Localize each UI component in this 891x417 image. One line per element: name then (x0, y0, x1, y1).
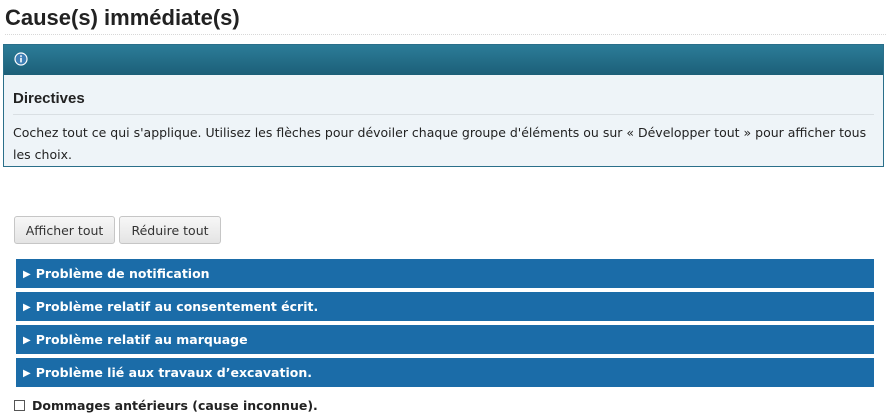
show-all-button[interactable]: Afficher tout (14, 216, 115, 244)
directives-panel: Directives Cochez tout ce qui s'applique… (3, 44, 884, 167)
group-notification-toggle[interactable]: ▶ Problème de notification (16, 259, 874, 288)
group-excavation-toggle[interactable]: ▶ Problème lié aux travaux d’excavation. (16, 358, 874, 387)
expand-arrow-icon: ▶ (23, 335, 31, 346)
directives-panel-body: Directives Cochez tout ce qui s'applique… (4, 75, 883, 166)
page: Cause(s) immédiate(s) Directives Cochez … (0, 0, 891, 417)
group-label: Problème de notification (35, 266, 210, 281)
directives-panel-header (4, 45, 883, 75)
prior-damage-checkbox[interactable] (14, 399, 25, 411)
collapse-all-button[interactable]: Réduire tout (119, 216, 221, 244)
expand-arrow-icon: ▶ (23, 269, 31, 280)
expand-arrow-icon: ▶ (23, 368, 31, 379)
directives-text: Cochez tout ce qui s'applique. Utilisez … (13, 125, 867, 162)
group-marking-toggle[interactable]: ▶ Problème relatif au marquage (16, 325, 874, 354)
group-label: Problème lié aux travaux d’excavation. (35, 365, 312, 380)
expand-arrow-icon: ▶ (23, 302, 31, 313)
page-title: Cause(s) immédiate(s) (5, 5, 240, 30)
prior-damage-option[interactable]: Dommages antérieurs (cause inconnue). (14, 396, 318, 414)
prior-damage-label[interactable]: Dommages antérieurs (cause inconnue). (32, 398, 318, 413)
title-divider (5, 34, 886, 35)
group-label: Problème relatif au marquage (35, 332, 248, 347)
group-label: Problème relatif au consentement écrit. (35, 299, 319, 314)
info-icon (14, 52, 28, 66)
group-written-consent-toggle[interactable]: ▶ Problème relatif au consentement écrit. (16, 292, 874, 321)
directives-heading: Directives (13, 75, 874, 115)
